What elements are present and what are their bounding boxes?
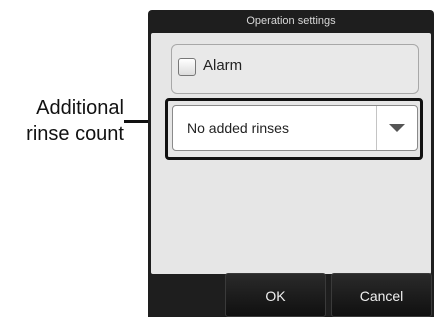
alarm-label: Alarm — [203, 57, 243, 74]
dropdown-button[interactable] — [376, 106, 417, 150]
chevron-down-icon — [389, 124, 405, 132]
callout-line-1: Additional — [36, 97, 124, 119]
rinse-count-value: No added rinses — [187, 120, 289, 136]
callout-highlight-frame: No added rinses — [165, 98, 423, 160]
operation-settings-dialog: Operation settings Alarm No added rinses… — [148, 10, 434, 317]
alarm-group: Alarm — [171, 44, 419, 94]
dialog-title: Operation settings — [246, 15, 336, 27]
alarm-checkbox[interactable] — [178, 58, 196, 76]
callout-line-2: rinse count — [26, 123, 124, 145]
screen: Additional rinse count Operation setting… — [0, 0, 434, 317]
rinse-count-select[interactable]: No added rinses — [172, 105, 418, 151]
dialog-body: Alarm No added rinses — [151, 33, 431, 274]
callout-label: Additional rinse count — [8, 95, 124, 147]
ok-button[interactable]: OK — [225, 273, 326, 317]
cancel-button[interactable]: Cancel — [331, 273, 432, 317]
